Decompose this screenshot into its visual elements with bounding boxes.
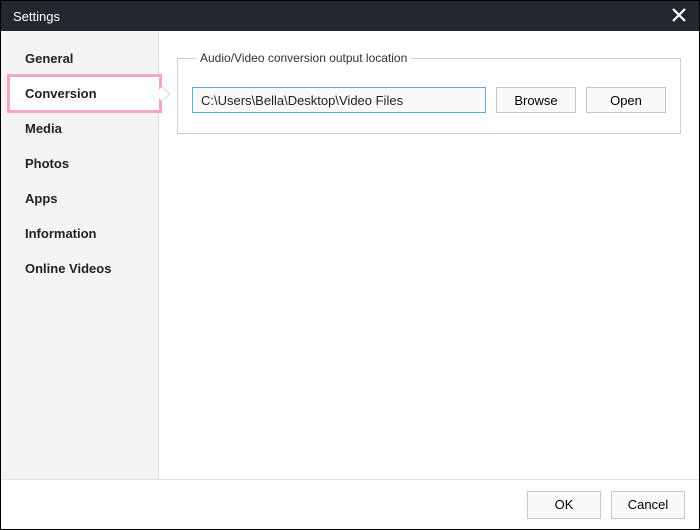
sidebar-item-photos[interactable]: Photos — [1, 146, 158, 181]
ok-button[interactable]: OK — [527, 491, 601, 519]
output-location-group: Audio/Video conversion output location B… — [177, 51, 681, 134]
output-path-input[interactable] — [192, 87, 486, 113]
sidebar-item-conversion[interactable]: Conversion — [1, 76, 158, 111]
open-button[interactable]: Open — [586, 87, 666, 113]
window-title: Settings — [13, 9, 60, 24]
sidebar-item-general[interactable]: General — [1, 41, 158, 76]
sidebar-item-label: Apps — [25, 191, 58, 206]
settings-window: Settings General Conversion Media Photos… — [0, 0, 700, 530]
close-icon — [672, 8, 686, 25]
output-location-row: Browse Open — [192, 87, 666, 113]
sidebar-item-label: General — [25, 51, 73, 66]
titlebar: Settings — [1, 1, 699, 31]
sidebar-item-online-videos[interactable]: Online Videos — [1, 251, 158, 286]
sidebar-item-label: Online Videos — [25, 261, 111, 276]
close-button[interactable] — [667, 4, 691, 28]
sidebar-item-information[interactable]: Information — [1, 216, 158, 251]
cancel-button[interactable]: Cancel — [611, 491, 685, 519]
window-body: General Conversion Media Photos Apps Inf… — [1, 31, 699, 479]
sidebar-item-label: Information — [25, 226, 97, 241]
group-legend: Audio/Video conversion output location — [196, 51, 411, 65]
sidebar-item-label: Photos — [25, 156, 69, 171]
sidebar-item-label: Conversion — [25, 86, 97, 101]
dialog-footer: OK Cancel — [1, 479, 699, 529]
sidebar-item-media[interactable]: Media — [1, 111, 158, 146]
content-pane: Audio/Video conversion output location B… — [159, 31, 699, 479]
browse-button[interactable]: Browse — [496, 87, 576, 113]
sidebar-item-apps[interactable]: Apps — [1, 181, 158, 216]
sidebar-item-label: Media — [25, 121, 62, 136]
sidebar: General Conversion Media Photos Apps Inf… — [1, 31, 159, 479]
